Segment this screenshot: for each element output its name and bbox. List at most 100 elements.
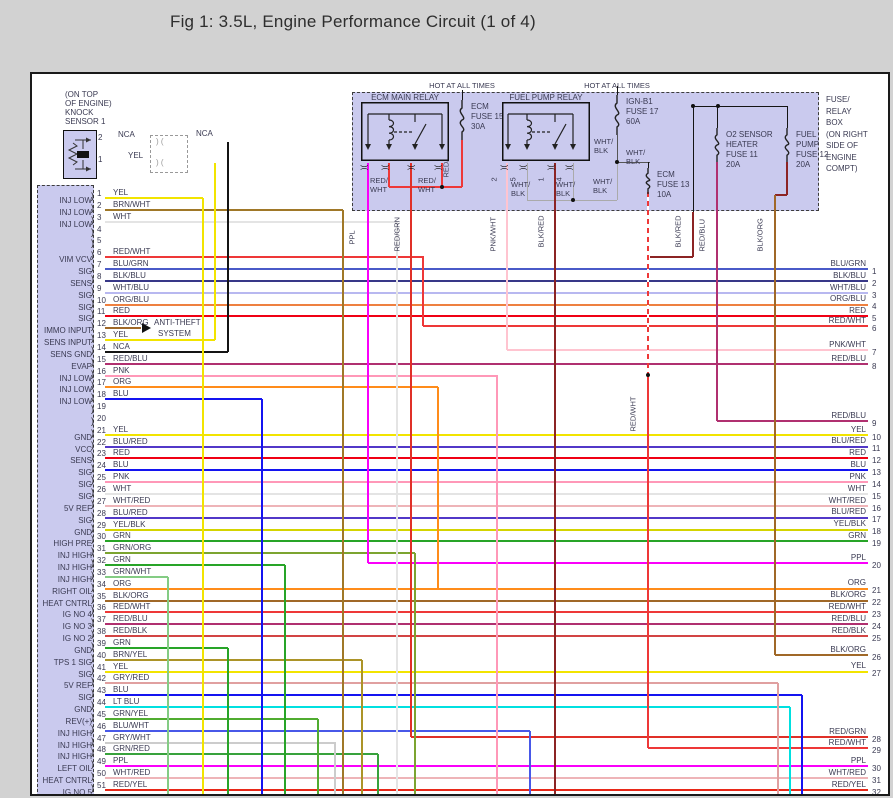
wire-v <box>202 198 204 794</box>
wire-color-label: YEL <box>113 661 129 671</box>
right-wire-label: ORG <box>847 578 866 587</box>
right-pin-number: 19 <box>872 539 881 548</box>
left-pin-label: IG NO 2 <box>62 634 92 644</box>
wire-h <box>105 623 868 626</box>
connector-bracket: )( <box>407 164 417 171</box>
wire-v <box>801 695 803 794</box>
wire-color-label: BLU/WHT <box>113 720 149 730</box>
wire-v <box>317 719 319 794</box>
wire-color-label: WHT/BLK <box>593 177 613 195</box>
wire-v <box>647 375 649 748</box>
left-pin-label: SIG <box>78 515 92 525</box>
right-pin-number: 24 <box>872 622 881 631</box>
left-pin-label: INJ HIGH <box>57 574 92 584</box>
fuse-relay-box-label: FUSE/RELAY BOX (ON RIGHT SIDE OF ENGINE COMPT… <box>826 95 868 173</box>
left-pin-label: INJ HIGH <box>57 563 92 573</box>
wire-color-label: YEL <box>113 330 129 340</box>
wire-h <box>507 349 868 351</box>
wire-h <box>105 741 335 744</box>
pin-number: 2 <box>97 200 102 210</box>
wire-h <box>105 398 262 401</box>
left-pin-label: SIG <box>78 314 92 324</box>
wire-v <box>506 163 508 350</box>
left-pin-label: VCC <box>75 444 92 454</box>
anti-theft-line1: ANTI-THEFT <box>154 318 201 327</box>
wire-color-label: WHT/BLK <box>594 137 614 155</box>
right-wire-label: YEL/BLK <box>833 519 866 528</box>
right-wire-label: BLK/ORG <box>830 645 866 654</box>
right-pin-number: 8 <box>872 362 877 371</box>
right-pin-number: 30 <box>872 764 881 773</box>
junction-dot <box>440 185 444 189</box>
connector-bracket: ) <box>91 238 94 249</box>
pin-number: 5 <box>97 236 102 246</box>
wire-v <box>227 648 229 794</box>
page: { "title": "Fig 1: 3.5L, Engine Performa… <box>0 0 893 798</box>
left-pin-label: INJ HIGH <box>57 728 92 738</box>
wire-h <box>105 327 141 330</box>
wire-h <box>105 564 285 567</box>
rotated-wire-label: BLK/RED <box>673 215 683 248</box>
left-pin-label: IG NO 5 <box>62 788 92 796</box>
rotated-wire-label: RED/BLU <box>697 218 707 252</box>
right-pin-number: 29 <box>872 746 881 755</box>
rotated-wire-label: BLK/RED <box>536 215 546 248</box>
wire-v <box>616 86 618 95</box>
wire-v <box>377 754 379 794</box>
connector-bracket: ) <box>91 404 94 415</box>
knock-sensor-label: (ON TOP OF ENGINE) KNOCK SENSOR 1 <box>65 90 112 126</box>
wire-color-label: ORG/BLU <box>113 294 150 304</box>
left-pin-label: INJ LOW <box>59 196 92 205</box>
left-pin-label: SENS GND <box>50 349 92 359</box>
left-pin-label: SIG <box>78 480 92 490</box>
wire-color-label: GRN <box>113 637 131 647</box>
right-wire-label: BLU <box>850 460 866 469</box>
right-pin-number: 5 <box>872 314 877 323</box>
wire-color-label: GRN <box>113 531 131 541</box>
rotated-wire-label: BLK/ORG <box>755 218 765 252</box>
wire-h <box>105 469 868 472</box>
wire-v <box>716 162 718 421</box>
fuse-label: O2 SENSOR HEATER FUSE 11 20A <box>726 130 773 169</box>
right-pin-number: 1 <box>872 267 877 276</box>
wire-color-label: GRN/RED <box>113 744 150 754</box>
right-pin-number: 14 <box>872 480 881 489</box>
wire-v <box>461 90 463 100</box>
right-pin-number: 15 <box>872 492 881 501</box>
right-pin-number: 3 <box>872 291 877 300</box>
wire-color-label: WHT/RED <box>113 768 151 778</box>
right-wire-label: PNK/WHT <box>829 340 866 349</box>
wire-color-label: WHT/BLK <box>626 148 646 166</box>
wire-color-label: GRN/ORG <box>113 543 152 553</box>
wire-v <box>529 731 531 794</box>
right-pin-number: 17 <box>872 515 881 524</box>
wire-color-label: GRN/YEL <box>113 708 149 718</box>
relay-symbol <box>361 102 449 161</box>
wire-h <box>105 694 802 697</box>
wire-h <box>105 481 868 484</box>
wire-color-label: WHT/BLU <box>113 282 149 292</box>
pin-number: 1 <box>97 189 102 198</box>
right-wire-label: RED <box>849 448 866 457</box>
right-wire-label: RED/BLK <box>831 626 866 635</box>
left-pin-label: REV(+) <box>65 716 92 726</box>
wire-h <box>105 339 215 342</box>
wire-color-label: RED <box>113 306 130 316</box>
knock-pin-2: 2 <box>98 133 103 142</box>
wire-h <box>105 706 790 709</box>
wire-h <box>105 279 868 282</box>
wire-color-label: BLU <box>113 460 129 470</box>
wire-color-label: NCA <box>113 341 130 351</box>
pin-number: 19 <box>97 402 106 412</box>
connector-bracket: )( <box>360 164 370 171</box>
right-pin-number: 21 <box>872 586 881 595</box>
left-pin-label: HEAT CNTRL <box>42 598 93 608</box>
left-pin-label: SIG <box>78 669 92 679</box>
knock-sensor-symbol <box>63 130 97 179</box>
wire-color-label: PNK <box>113 472 130 482</box>
wire-color-label: WHT/RED <box>113 495 151 505</box>
wire-h <box>105 220 397 223</box>
wire-color-label: YEL <box>113 188 129 197</box>
wire-color-label: RED/BLK <box>113 626 148 636</box>
fuse-label: ECM FUSE 13 10A <box>657 170 690 199</box>
